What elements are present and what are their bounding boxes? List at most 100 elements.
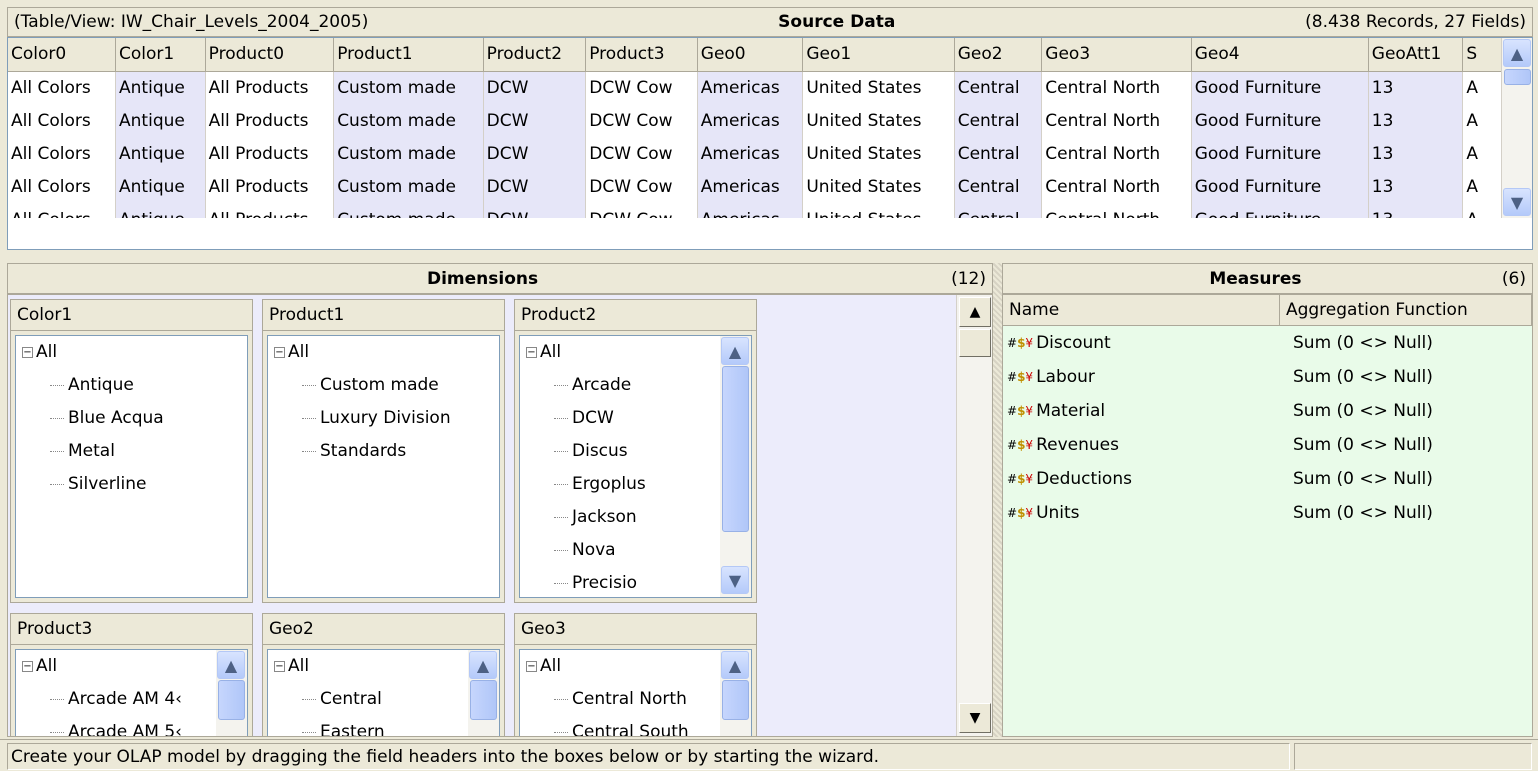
column-header[interactable]: S <box>1462 38 1503 72</box>
tree-item[interactable]: Custom made <box>268 369 499 402</box>
tree-item[interactable]: Standards <box>268 435 499 468</box>
aggregation-function[interactable]: Sum (0 <> Null) <box>1287 401 1433 421</box>
collapse-icon[interactable]: − <box>274 346 285 358</box>
tree-item[interactable]: Luxury Division <box>268 402 499 435</box>
measure-row[interactable]: #$¥ Material Sum (0 <> Null) <box>1003 394 1532 428</box>
tree-scroll-thumb[interactable] <box>722 366 749 532</box>
splitter[interactable] <box>993 263 1002 737</box>
tree-item[interactable]: Precisio <box>520 567 751 597</box>
dimensions-scroll-thumb[interactable] <box>959 329 991 357</box>
tree-item[interactable]: Jackson <box>520 501 751 534</box>
table-row[interactable]: All ColorsAntiqueAll ProductsCustom made… <box>8 170 1503 203</box>
table-row[interactable]: All ColorsAntiqueAll ProductsCustom made… <box>8 104 1503 137</box>
dimension-tree[interactable]: − All Arcade DCW Discus Ergoplus Jackson Nova Pr… <box>519 335 752 598</box>
tree-item[interactable]: Central North <box>520 683 751 716</box>
measure-row[interactable]: #$¥ Units Sum (0 <> Null) <box>1003 496 1532 530</box>
aggregation-function[interactable]: Sum (0 <> Null) <box>1287 333 1433 353</box>
tree-root-node[interactable]: − All <box>268 336 499 369</box>
aggregation-column-header[interactable]: Aggregation Function <box>1280 295 1532 325</box>
aggregation-function[interactable]: Sum (0 <> Null) <box>1287 469 1433 489</box>
collapse-icon[interactable]: − <box>22 660 33 672</box>
dimension-box-title[interactable]: Color1 <box>11 300 252 331</box>
column-header[interactable]: Product0 <box>205 38 335 72</box>
scroll-up-icon[interactable]: ▲ <box>721 651 749 679</box>
aggregation-function[interactable]: Sum (0 <> Null) <box>1287 503 1433 523</box>
dimension-box[interactable]: Product2 − All Arcade DCW Discus Ergoplus Jacks… <box>514 299 757 603</box>
dimensions-panel[interactable]: Color1− All Antique Blue Acqua Metal Silverli… <box>7 294 993 737</box>
name-column-header[interactable]: Name <box>1003 295 1280 325</box>
dimension-box-title[interactable]: Product2 <box>515 300 756 331</box>
scroll-up-icon[interactable]: ▲ <box>721 337 749 365</box>
tree-item[interactable]: Antique <box>16 369 247 402</box>
aggregation-function[interactable]: Sum (0 <> Null) <box>1287 435 1433 455</box>
dimension-box[interactable]: Product1 − All Custom made Luxury Division St… <box>262 299 505 603</box>
tree-root-node[interactable]: − All <box>268 650 499 683</box>
tree-scroll-thumb[interactable] <box>470 680 497 720</box>
tree-scrollbar[interactable]: ▲ ▼ <box>720 336 751 597</box>
grid-vscroll-thumb[interactable] <box>1504 69 1531 85</box>
column-header[interactable]: Product1 <box>333 38 484 72</box>
aggregation-function[interactable]: Sum (0 <> Null) <box>1287 367 1433 387</box>
dimension-box[interactable]: Geo2 − All Central Eastern ▲ <box>262 613 505 736</box>
column-header[interactable]: Geo0 <box>697 38 804 72</box>
measure-row[interactable]: #$¥ Labour Sum (0 <> Null) <box>1003 360 1532 394</box>
dimension-box-title[interactable]: Product1 <box>263 300 504 331</box>
collapse-icon[interactable]: − <box>22 346 33 358</box>
dimension-tree[interactable]: − All Central Eastern ▲ <box>267 649 500 736</box>
tree-scrollbar[interactable]: ▲ <box>468 650 499 736</box>
measure-row[interactable]: #$¥ Revenues Sum (0 <> Null) <box>1003 428 1532 462</box>
column-header[interactable]: Product2 <box>483 38 587 72</box>
column-header[interactable]: Geo4 <box>1191 38 1369 72</box>
dimension-tree[interactable]: − All Central North Central South ▲ <box>519 649 752 736</box>
collapse-icon[interactable]: − <box>274 660 285 672</box>
tree-item[interactable]: Eastern <box>268 716 499 736</box>
tree-item[interactable]: Blue Acqua <box>16 402 247 435</box>
tree-item[interactable]: Arcade AM 4‹ <box>16 683 247 716</box>
collapse-icon[interactable]: − <box>526 346 537 358</box>
column-header[interactable]: Geo2 <box>954 38 1043 72</box>
tree-scroll-thumb[interactable] <box>218 680 245 720</box>
tree-item[interactable]: Silverline <box>16 468 247 501</box>
tree-item[interactable]: Metal <box>16 435 247 468</box>
measure-row[interactable]: #$¥ Deductions Sum (0 <> Null) <box>1003 462 1532 496</box>
column-header[interactable]: Product3 <box>585 38 698 72</box>
dimension-tree[interactable]: − All Antique Blue Acqua Metal Silverline <box>15 335 248 598</box>
measures-panel[interactable]: Name Aggregation Function #$¥ Discount Sum… <box>1002 294 1533 737</box>
table-row[interactable]: All ColorsAntiqueAll ProductsCustom made… <box>8 137 1503 170</box>
tree-item[interactable]: Central <box>268 683 499 716</box>
tree-root-node[interactable]: − All <box>520 336 751 369</box>
dimension-box[interactable]: Product3− All Arcade AM 4‹ Arcade AM 5‹ ▲ <box>10 613 253 736</box>
tree-item[interactable]: Nova <box>520 534 751 567</box>
tree-item[interactable]: Central South <box>520 716 751 736</box>
scroll-up-icon[interactable]: ▲ <box>959 297 991 327</box>
tree-scroll-thumb[interactable] <box>722 680 749 720</box>
scroll-up-icon[interactable]: ▲ <box>217 651 245 679</box>
tree-root-node[interactable]: − All <box>520 650 751 683</box>
scroll-up-icon[interactable]: ▲ <box>1503 39 1531 67</box>
dimension-box-title[interactable]: Product3 <box>11 614 252 645</box>
dimension-box-title[interactable]: Geo2 <box>263 614 504 645</box>
collapse-icon[interactable]: − <box>526 660 537 672</box>
grid-vertical-scrollbar[interactable]: ▲ ▼ <box>1501 38 1532 218</box>
measure-row[interactable]: #$¥ Discount Sum (0 <> Null) <box>1003 326 1532 360</box>
dimension-box-title[interactable]: Geo3 <box>515 614 756 645</box>
scroll-up-icon[interactable]: ▲ <box>469 651 497 679</box>
tree-scrollbar[interactable]: ▲ <box>216 650 247 736</box>
scroll-down-icon[interactable]: ▼ <box>1503 188 1531 216</box>
tree-root-node[interactable]: − All <box>16 336 247 369</box>
column-header[interactable]: Geo3 <box>1041 38 1192 72</box>
column-header[interactable]: Geo1 <box>802 38 955 72</box>
dimensions-scrollbar[interactable]: ▲ ▼ <box>956 295 992 736</box>
tree-item[interactable]: Discus <box>520 435 751 468</box>
tree-item[interactable]: DCW <box>520 402 751 435</box>
table-row[interactable]: All ColorsAntiqueAll ProductsCustom made… <box>8 203 1503 218</box>
scroll-down-icon[interactable]: ▼ <box>959 703 991 733</box>
table-row[interactable]: All ColorsAntiqueAll ProductsCustom made… <box>8 71 1503 104</box>
tree-item[interactable]: Ergoplus <box>520 468 751 501</box>
tree-root-node[interactable]: − All <box>16 650 247 683</box>
column-header[interactable]: Color1 <box>115 38 206 72</box>
dimension-tree[interactable]: − All Custom made Luxury Division Standards <box>267 335 500 598</box>
source-data-grid[interactable]: Color0 Color1 Product0 Product1 Product2 Prod… <box>7 37 1533 250</box>
dimension-box[interactable]: Geo3 − All Central North Central South ▲ <box>514 613 757 736</box>
tree-item[interactable]: Arcade <box>520 369 751 402</box>
